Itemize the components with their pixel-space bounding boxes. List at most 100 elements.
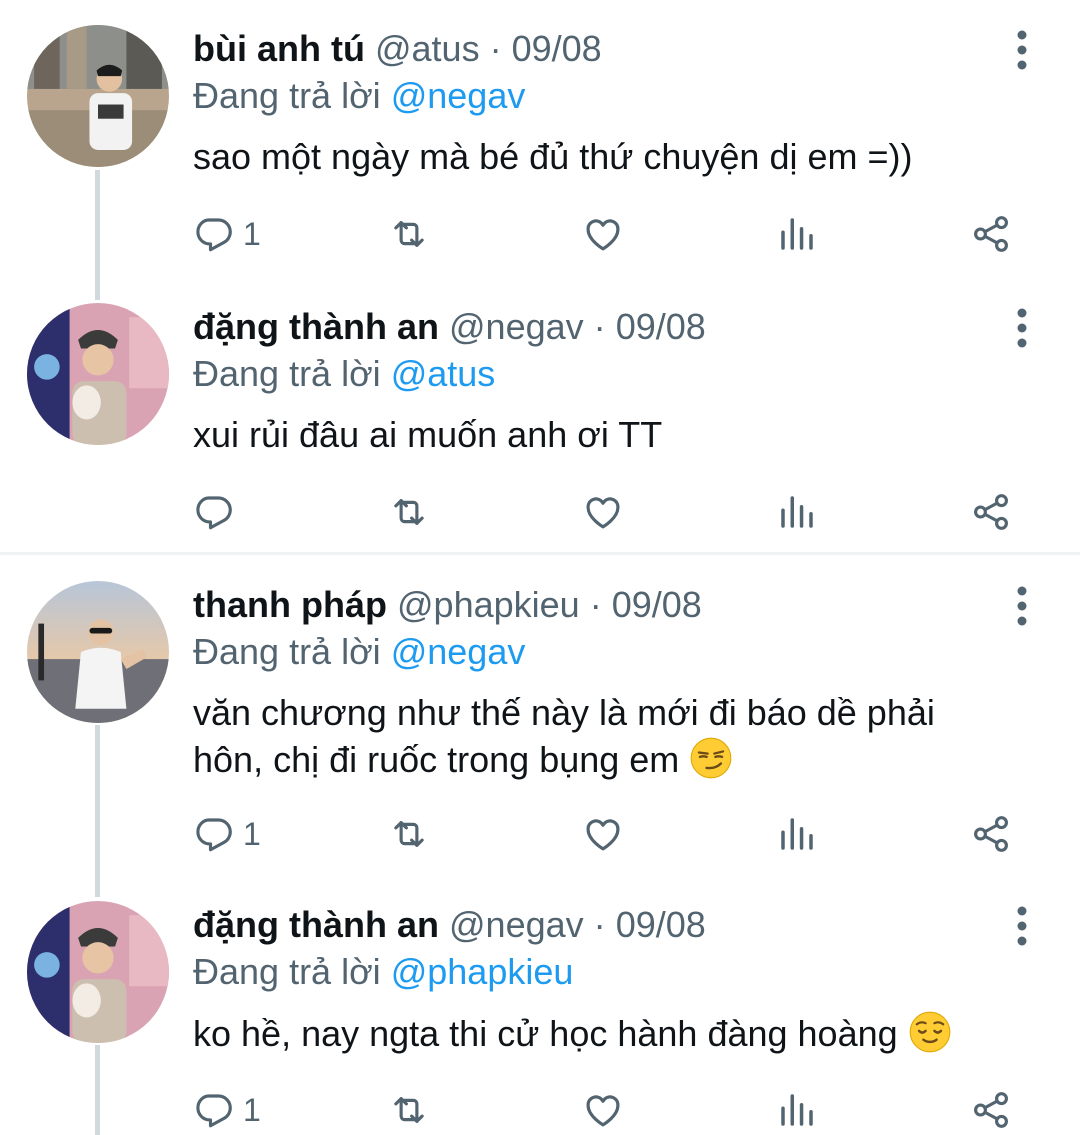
more-options-icon[interactable] <box>1008 308 1036 348</box>
tweet[interactable]: bùi anh tú @atus · 09/08 Đang trả lời @n… <box>0 0 1080 290</box>
analytics-button[interactable] <box>776 812 818 856</box>
tweet-text-line-with-emoji: hôn, chị đi ruốc trong bụng em <box>193 736 1053 783</box>
tweet-date[interactable]: 09/08 <box>612 584 702 625</box>
reply-icon <box>196 1094 232 1128</box>
separator-dot: · <box>593 306 606 347</box>
reply-icon <box>196 818 232 852</box>
reply-prefix: Đang trả lời <box>193 631 381 672</box>
retweet-button[interactable] <box>388 212 430 256</box>
reply-icon <box>196 218 232 252</box>
reply-button[interactable]: 1 <box>193 1088 261 1132</box>
reply-context: Đang trả lời @phapkieu <box>193 950 573 994</box>
tweet-text-line: xui rủi đâu ai muốn anh ơi TT <box>193 414 663 455</box>
avatar-photo <box>27 581 169 723</box>
tweet-text-line: ko hề, nay ngta thi cử học hành đàng hoà… <box>193 1013 898 1054</box>
retweet-icon <box>394 221 424 247</box>
reply-prefix: Đang trả lời <box>193 75 381 116</box>
separator-dot: · <box>593 904 606 945</box>
avatar[interactable] <box>27 25 169 167</box>
like-button[interactable] <box>582 812 624 856</box>
author-name[interactable]: thanh pháp <box>193 584 387 625</box>
share-button[interactable] <box>970 490 1012 534</box>
separator-dot: · <box>489 28 502 69</box>
like-icon <box>586 219 620 251</box>
like-button[interactable] <box>582 490 624 534</box>
analytics-icon <box>781 818 813 850</box>
tweet-date[interactable]: 09/08 <box>616 306 706 347</box>
share-button[interactable] <box>970 812 1012 856</box>
like-icon <box>586 1095 620 1127</box>
retweet-icon <box>394 821 424 847</box>
author-handle[interactable]: @atus <box>375 28 480 69</box>
tweet-text-line: sao một ngày mà bé đủ thứ chuyện dị em =… <box>193 136 913 177</box>
tweet-actions <box>0 490 1080 534</box>
retweet-icon <box>394 499 424 525</box>
tweet-text-line: hôn, chị đi ruốc trong bụng em <box>193 739 680 780</box>
share-button[interactable] <box>970 212 1012 256</box>
tweet-text: văn chương như thế này là mới đi báo dề … <box>193 690 1053 783</box>
reply-button[interactable]: 1 <box>193 212 261 256</box>
relieved-face-emoji <box>909 1011 951 1053</box>
analytics-button[interactable] <box>776 212 818 256</box>
analytics-icon <box>781 496 813 528</box>
like-icon <box>586 819 620 851</box>
reply-button[interactable] <box>193 490 243 534</box>
reply-mention[interactable]: @phapkieu <box>391 951 574 992</box>
retweet-button[interactable] <box>388 490 430 534</box>
more-options-icon[interactable] <box>1008 586 1036 626</box>
share-button[interactable] <box>970 1088 1012 1132</box>
author-handle[interactable]: @negav <box>449 306 584 347</box>
tweet-date[interactable]: 09/08 <box>512 28 602 69</box>
avatar-photo <box>27 901 169 1043</box>
share-icon <box>974 1092 1008 1128</box>
retweet-button[interactable] <box>388 1088 430 1132</box>
reply-context: Đang trả lời @negav <box>193 630 525 674</box>
author-name[interactable]: đặng thành an <box>193 306 439 347</box>
retweet-icon <box>394 1097 424 1123</box>
tweet-text-line-with-emoji: ko hề, nay ngta thi cử học hành đàng hoà… <box>193 1010 1053 1057</box>
analytics-button[interactable] <box>776 490 818 534</box>
tweet-actions: 1 <box>0 212 1080 256</box>
more-options-icon[interactable] <box>1008 30 1036 70</box>
thread-divider <box>0 552 1080 555</box>
tweet-actions: 1 <box>0 812 1080 856</box>
share-icon <box>974 816 1008 852</box>
tweet-text: sao một ngày mà bé đủ thứ chuyện dị em =… <box>193 134 1053 180</box>
author-handle[interactable]: @phapkieu <box>397 584 580 625</box>
tweet[interactable]: đặng thành an @negav · 09/08 Đang trả lờ… <box>0 278 1080 548</box>
avatar[interactable] <box>27 303 169 445</box>
like-button[interactable] <box>582 212 624 256</box>
tweet-actions: 1 <box>0 1088 1080 1132</box>
tweet-text: ko hề, nay ngta thi cử học hành đàng hoà… <box>193 1010 1053 1057</box>
author-name[interactable]: đặng thành an <box>193 904 439 945</box>
reply-prefix: Đang trả lời <box>193 951 381 992</box>
reply-mention[interactable]: @negav <box>391 75 526 116</box>
tweet[interactable]: thanh pháp @phapkieu · 09/08 Đang trả lờ… <box>0 556 1080 876</box>
author-name[interactable]: bùi anh tú <box>193 28 365 69</box>
author-handle[interactable]: @negav <box>449 904 584 945</box>
retweet-button[interactable] <box>388 812 430 856</box>
reply-count: 1 <box>243 216 261 252</box>
reply-button[interactable]: 1 <box>193 812 261 856</box>
reply-count: 1 <box>243 1092 261 1128</box>
tweet-text-line: văn chương như thế này là mới đi báo dề … <box>193 692 935 733</box>
separator-dot: · <box>589 584 602 625</box>
avatar-photo <box>27 25 169 167</box>
tweet-date[interactable]: 09/08 <box>616 904 706 945</box>
more-options-icon[interactable] <box>1008 906 1036 946</box>
tweet[interactable]: đặng thành an @negav · 09/08 Đang trả lờ… <box>0 876 1080 1135</box>
reply-count: 1 <box>243 816 261 852</box>
avatar[interactable] <box>27 581 169 723</box>
reply-context: Đang trả lời @negav <box>193 74 525 118</box>
reply-context: Đang trả lời @atus <box>193 352 495 396</box>
share-icon <box>974 494 1008 530</box>
avatar[interactable] <box>27 901 169 1043</box>
avatar-photo <box>27 303 169 445</box>
analytics-button[interactable] <box>776 1088 818 1132</box>
tweet-text: xui rủi đâu ai muốn anh ơi TT <box>193 412 1053 458</box>
like-button[interactable] <box>582 1088 624 1132</box>
analytics-icon <box>781 1094 813 1126</box>
reply-prefix: Đang trả lời <box>193 353 381 394</box>
reply-mention[interactable]: @negav <box>391 631 526 672</box>
reply-mention[interactable]: @atus <box>391 353 496 394</box>
